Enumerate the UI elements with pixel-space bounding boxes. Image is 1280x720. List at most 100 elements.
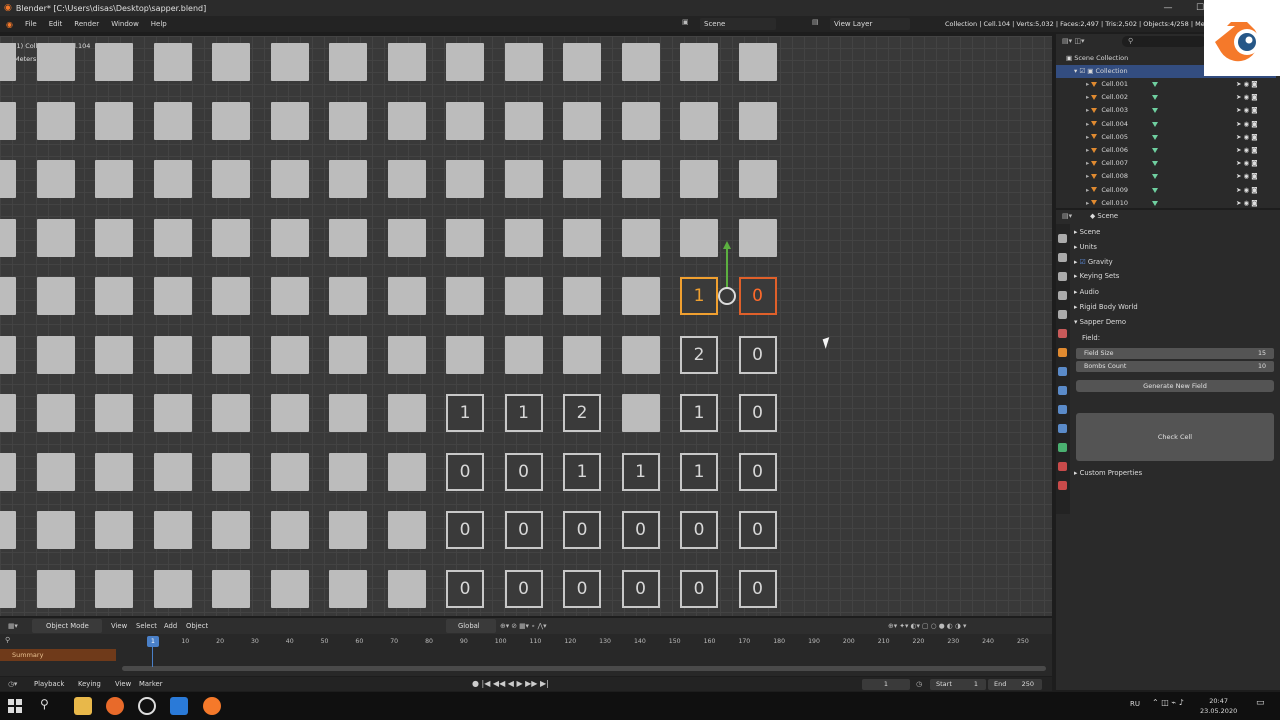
hidden-cell[interactable] [270,218,309,257]
hidden-cell[interactable] [387,277,426,315]
row-visibility-icons[interactable]: ➤ ◉ ◙ [1236,184,1258,197]
number-cell[interactable]: 0 [680,511,718,549]
number-cell[interactable]: 1 [680,394,718,432]
hidden-cell[interactable] [212,394,250,432]
hidden-cell[interactable] [446,277,484,315]
hidden-cell[interactable] [95,394,133,432]
hidden-cell[interactable] [212,335,250,374]
start-frame-field[interactable]: Start 1 [930,679,986,690]
hidden-cell[interactable] [212,452,250,491]
firefox-icon[interactable] [106,697,124,715]
menu-view[interactable]: View [111,619,127,633]
hidden-cell[interactable] [563,160,601,198]
hidden-cell[interactable] [563,335,601,374]
blender-menu-icon[interactable]: ◉ [0,20,19,29]
properties-tab-icon[interactable] [1058,462,1067,471]
hidden-cell[interactable] [212,511,250,549]
number-cell[interactable]: 0 [738,511,777,549]
menu-window[interactable]: Window [105,20,145,28]
hidden-cell[interactable] [387,43,426,81]
bombs-count-field[interactable]: Bombs Count 10 [1076,361,1274,372]
file-explorer-icon[interactable] [74,697,92,715]
hidden-cell[interactable] [446,160,484,198]
hidden-cell[interactable] [680,160,718,198]
timeline-scrollbar[interactable] [122,666,1046,671]
properties-header-icon[interactable]: ▤▾ [1062,212,1072,220]
properties-tab-icon[interactable] [1058,291,1067,300]
number-cell[interactable]: 0 [738,569,777,608]
hidden-cell[interactable] [95,101,133,140]
properties-panel[interactable]: ▾ Sapper Demo [1074,316,1126,329]
hidden-cell[interactable] [0,218,16,257]
outliner-header-icons[interactable]: ▤▾ ◫▾ [1062,37,1084,45]
hidden-cell[interactable] [621,160,660,198]
hidden-cell[interactable] [621,277,660,315]
hidden-cell[interactable] [0,277,16,315]
hidden-cell[interactable] [212,277,250,315]
properties-tab-icon[interactable] [1058,367,1067,376]
hidden-cell[interactable] [738,218,777,257]
properties-tab-icon[interactable] [1058,329,1067,338]
hidden-cell[interactable] [36,101,75,140]
hidden-cell[interactable] [270,511,309,549]
hidden-cell[interactable] [446,218,484,257]
row-visibility-icons[interactable]: ➤ ◉ ◙ [1236,91,1258,104]
gravity-checkbox-icon[interactable]: ☑ [1080,258,1088,266]
timeline-summary[interactable]: Summary [0,649,116,661]
hidden-cell[interactable] [0,569,16,608]
row-visibility-icons[interactable]: ➤ ◉ ◙ [1236,170,1258,183]
properties-tab-icon[interactable] [1058,405,1067,414]
playhead[interactable]: 1 [147,636,159,647]
hidden-cell[interactable] [446,43,484,81]
number-cell[interactable]: 1 [680,452,718,491]
view-layer-selector[interactable]: View Layer [830,18,910,30]
hidden-cell[interactable] [504,335,543,374]
menu-marker[interactable]: Marker [139,677,163,691]
hidden-cell[interactable] [212,569,250,608]
custom-properties-panel[interactable]: ▸ Custom Properties [1074,467,1142,480]
hidden-cell[interactable] [153,160,192,198]
hidden-cell[interactable] [0,452,16,491]
menu-render[interactable]: Render [68,20,105,28]
hidden-cell[interactable] [212,101,250,140]
minimize-button[interactable]: — [1152,0,1184,16]
hidden-cell[interactable] [95,511,133,549]
menu-playback[interactable]: Playback [34,677,64,691]
hidden-cell[interactable] [0,335,16,374]
menu-select[interactable]: Select [136,619,157,633]
outliner-item[interactable]: ▸ Cell.006 ➤ ◉ ◙ [1056,144,1276,157]
hidden-cell[interactable] [680,218,718,257]
hidden-cell[interactable] [95,335,133,374]
gizmo-center-circle[interactable] [718,287,736,305]
hidden-cell[interactable] [0,160,16,198]
properties-panel[interactable]: ▸ Rigid Body World [1074,301,1138,314]
hidden-cell[interactable] [36,569,75,608]
snap-icons[interactable]: ⊕▾ ⊘ ▦▾ ∘ ⋀▾ [500,619,547,633]
hidden-cell[interactable] [329,511,367,549]
properties-tab-icon[interactable] [1058,272,1067,281]
hidden-cell[interactable] [621,394,660,432]
hidden-cell[interactable] [329,569,367,608]
scene-selector[interactable]: Scene [700,18,776,30]
properties-tab-icon[interactable] [1058,348,1067,357]
number-cell[interactable]: 0 [738,452,777,491]
number-cell[interactable]: 0 [738,335,777,374]
hidden-cell[interactable] [387,218,426,257]
properties-panel[interactable]: ▸ Units [1074,241,1097,254]
hidden-cell[interactable] [387,335,426,374]
outliner-item[interactable]: ▸ Cell.001 ➤ ◉ ◙ [1056,78,1276,91]
outliner-item[interactable]: ▸ Cell.004 ➤ ◉ ◙ [1056,118,1276,131]
row-visibility-icons[interactable]: ➤ ◉ ◙ [1236,118,1258,131]
hidden-cell[interactable] [504,101,543,140]
hidden-cell[interactable] [270,569,309,608]
properties-tab-icon[interactable] [1058,481,1067,490]
hidden-cell[interactable] [329,335,367,374]
hidden-cell[interactable] [270,160,309,198]
hidden-cell[interactable] [212,43,250,81]
number-cell[interactable]: 0 [446,569,484,608]
properties-tab-icon[interactable] [1058,386,1067,395]
hidden-cell[interactable] [95,277,133,315]
transform-orientation-dropdown[interactable]: Global [446,619,496,633]
blender-taskbar-icon[interactable] [203,697,221,715]
properties-panel[interactable]: ▸ Audio [1074,286,1099,299]
